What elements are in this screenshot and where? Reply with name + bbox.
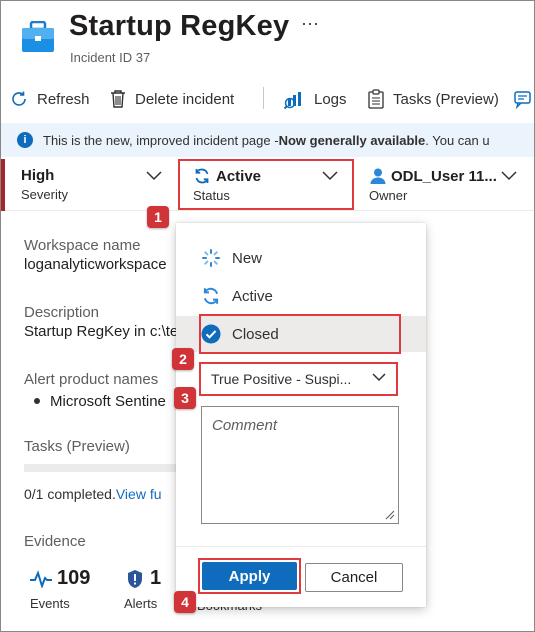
bullet	[34, 398, 40, 404]
status-option-new[interactable]: New	[176, 240, 426, 276]
delete-label: Delete incident	[135, 90, 235, 108]
logs-icon	[284, 92, 301, 109]
apply-highlight-box: Apply	[198, 558, 301, 594]
description-label: Description	[24, 304, 100, 321]
status-option-label: Active	[232, 287, 273, 305]
tasks-label: Tasks (Preview)	[393, 90, 499, 108]
workspace-name-label: Workspace name	[24, 237, 141, 254]
page-header: Startup RegKey ··· Incident ID 37	[1, 1, 534, 75]
chevron-down-icon	[372, 373, 386, 382]
trash-icon	[111, 90, 125, 108]
pulse-icon	[30, 569, 52, 588]
owner-label: Owner	[369, 188, 408, 203]
tasks-progress-bar	[24, 464, 184, 472]
info-icon: i	[17, 132, 33, 148]
apply-button[interactable]: Apply	[202, 562, 297, 590]
logs-button[interactable]: Logs	[284, 88, 347, 110]
alert-product-names-label: Alert product names	[24, 371, 159, 388]
closed-highlight-box	[199, 314, 401, 354]
classification-value: True Positive - Suspi...	[211, 371, 352, 387]
workspace-name-value: loganalyticworkspace	[24, 256, 167, 273]
alert-product-name: Microsoft Sentine	[50, 393, 166, 410]
shield-alert-icon	[128, 569, 142, 588]
comment-textarea[interactable]: Comment	[201, 406, 399, 524]
chevron-down-icon[interactable]	[146, 171, 162, 181]
comment-icon	[514, 91, 531, 109]
classification-dropdown[interactable]: True Positive - Suspi...	[199, 362, 398, 396]
severity-dropdown[interactable]: High Severity	[21, 167, 68, 202]
incident-page: Startup RegKey ··· Incident ID 37 Refres…	[0, 0, 535, 632]
events-count-value: 109	[57, 567, 91, 589]
info-banner: i This is the new, improved incident pag…	[1, 123, 534, 157]
status-highlight-box	[178, 159, 354, 210]
briefcase-icon	[22, 21, 54, 52]
chevron-down-icon[interactable]	[501, 171, 517, 181]
owner-dropdown[interactable]: ODL_User 11... Owner	[369, 167, 497, 204]
more-options-button[interactable]: ···	[301, 13, 319, 34]
user-icon	[370, 168, 386, 184]
refresh-button[interactable]: Refresh	[9, 88, 90, 110]
owner-value: ODL_User 11...	[391, 167, 497, 185]
page-title: Startup RegKey	[69, 10, 290, 42]
view-full-details-link[interactable]: View fu	[116, 486, 162, 502]
banner-text-bold: Now generally available	[278, 132, 426, 148]
events-count[interactable]: 109	[29, 567, 90, 590]
severity-value: High	[21, 167, 55, 184]
logs-label: Logs	[314, 90, 347, 108]
clipboard-icon	[368, 89, 384, 109]
active-status-icon	[203, 287, 219, 305]
banner-text-prefix: This is the new, improved incident page …	[43, 132, 279, 148]
severity-indicator	[1, 159, 5, 211]
tasks-button[interactable]: Tasks (Preview)	[367, 88, 499, 110]
cancel-button[interactable]: Cancel	[305, 563, 403, 592]
severity-label: Severity	[21, 187, 68, 202]
alerts-count-value: 1	[150, 567, 162, 589]
delete-incident-button[interactable]: Delete incident	[109, 88, 234, 110]
panel-divider	[176, 546, 426, 547]
description-value: Startup RegKey in c:\te	[24, 323, 179, 340]
incident-id: Incident ID 37	[70, 50, 151, 65]
alert-product-item: Microsoft Sentine	[24, 393, 166, 410]
callout-badge-1: 1	[147, 206, 169, 228]
alerts-count[interactable]: 1	[126, 567, 161, 590]
overflow-toolbar-item[interactable]	[513, 88, 534, 110]
alerts-label: Alerts	[124, 596, 158, 611]
status-option-active[interactable]: Active	[176, 278, 426, 314]
tasks-section-label: Tasks (Preview)	[24, 438, 130, 455]
refresh-label: Refresh	[37, 90, 90, 108]
resize-grip-icon[interactable]	[385, 510, 395, 520]
tasks-completed-text: 0/1 completed.	[24, 486, 116, 502]
events-label: Events	[30, 596, 70, 611]
banner-text-suffix: . You can u	[425, 132, 490, 148]
callout-badge-2: 2	[172, 348, 194, 370]
comment-placeholder: Comment	[212, 417, 278, 434]
callout-badge-3: 3	[174, 387, 196, 409]
toolbar-divider	[263, 87, 264, 109]
command-bar: Refresh Delete incident Logs Tasks (Prev…	[1, 81, 534, 117]
callout-badge-4: 4	[174, 591, 196, 613]
status-option-label: New	[232, 249, 263, 267]
refresh-icon	[12, 91, 26, 106]
new-status-icon	[202, 249, 220, 267]
evidence-label: Evidence	[24, 533, 86, 550]
